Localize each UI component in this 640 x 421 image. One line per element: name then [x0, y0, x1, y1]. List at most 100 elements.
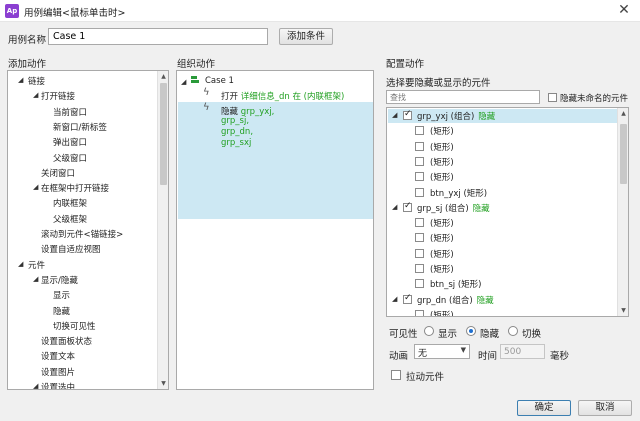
widget-item[interactable]: btn_sj (矩形)	[430, 278, 482, 290]
widget-status: 隐藏	[472, 203, 490, 214]
action-tree-item[interactable]: 内联框架	[53, 197, 87, 209]
action-tree-item[interactable]: 当前窗口	[53, 106, 87, 118]
action-tree-item[interactable]: 链接	[28, 75, 45, 87]
scroll-up-icon[interactable]: ▲	[618, 108, 628, 119]
expand-triangle-icon[interactable]: ◢	[18, 260, 23, 268]
action-tree-item[interactable]: 在框架中打开链接	[41, 182, 109, 194]
scroll-up-icon[interactable]: ▲	[158, 71, 168, 82]
action-tree-item[interactable]: 父级窗口	[53, 152, 87, 164]
widget-checkbox[interactable]	[415, 141, 424, 151]
widget-checkbox[interactable]	[415, 218, 424, 228]
scroll-down-icon[interactable]: ▼	[618, 305, 628, 316]
widget-checkbox[interactable]	[415, 279, 424, 289]
expand-triangle-icon[interactable]: ◢	[33, 382, 38, 389]
widget-item[interactable]: (矩形)	[430, 156, 454, 168]
expand-triangle-icon[interactable]: ◢	[33, 183, 38, 191]
widget-item[interactable]: (矩形)	[430, 232, 454, 244]
add-action-panel: ◢ 链接 ◢ 打开链接 当前窗口 新窗口/新标签 弹出窗口 父级窗口 关闭窗口 ◢ 在框架中打开链接…	[7, 70, 169, 390]
widget-item[interactable]: (矩形)	[430, 217, 454, 229]
selected-action-row[interactable]	[178, 102, 373, 219]
widget-item[interactable]: grp_dn (组合) 隐藏	[417, 294, 494, 306]
widget-item[interactable]: grp_sj (组合) 隐藏	[417, 202, 490, 214]
expand-triangle-icon[interactable]: ◢	[33, 91, 38, 99]
widget-checkbox[interactable]	[415, 233, 424, 243]
widget-checkbox[interactable]	[415, 264, 424, 273]
widget-checkbox[interactable]	[415, 126, 424, 136]
widget-item[interactable]: (矩形)	[430, 125, 454, 137]
visibility-label: 可见性	[389, 329, 418, 340]
drag-widget-label: 拉动元件	[406, 372, 445, 383]
case-name[interactable]: Case 1	[205, 76, 234, 86]
action-tree-item[interactable]: 显示	[53, 289, 70, 301]
expand-triangle-icon[interactable]: ◢	[181, 78, 186, 86]
radio-toggle[interactable]	[508, 326, 518, 336]
action-tree-item[interactable]: 设置文本	[41, 350, 75, 362]
expand-triangle-icon[interactable]: ◢	[392, 111, 397, 119]
widget-item[interactable]: (矩形)	[430, 309, 454, 316]
widget-checkbox[interactable]	[403, 201, 412, 212]
action-tree-item[interactable]: 打开链接	[41, 90, 75, 102]
widget-checkbox[interactable]	[415, 172, 424, 182]
time-label: 时间	[478, 351, 498, 362]
title-bar: Ap 用例编辑<鼠标单击时> ✕	[0, 0, 640, 22]
widget-checkbox[interactable]	[415, 309, 424, 316]
chevron-down-icon: ▼	[460, 346, 466, 354]
expand-triangle-icon[interactable]: ◢	[392, 295, 397, 303]
action-tree-item[interactable]: 弹出窗口	[53, 136, 87, 148]
action-tree-item[interactable]: 新窗口/新标签	[53, 121, 107, 133]
widget-item[interactable]: (矩形)	[430, 248, 454, 260]
case-name-input[interactable]	[48, 28, 268, 45]
action-tree-item[interactable]: 元件	[28, 259, 45, 271]
time-input[interactable]	[500, 344, 545, 359]
animation-value: 无	[418, 349, 428, 359]
widget-list-panel: ◢ grp_yxj (组合)隐藏 (矩形) (矩形) (矩形) (矩形) btn_yxj (…	[386, 107, 629, 317]
widget-item[interactable]: (矩形)	[430, 263, 454, 275]
action-tree-item[interactable]: 滚动到元件<锚链接>	[41, 228, 123, 240]
expand-triangle-icon[interactable]: ◢	[392, 203, 397, 211]
expand-triangle-icon[interactable]: ◢	[18, 76, 23, 84]
widget-item[interactable]: (矩形)	[430, 141, 454, 153]
action-tree-item[interactable]: 关闭窗口	[41, 167, 75, 179]
action-tree-item[interactable]: 设置图片	[41, 366, 75, 378]
ok-button[interactable]: 确定	[517, 400, 571, 416]
widget-checkbox[interactable]	[403, 293, 412, 304]
widget-item[interactable]: (矩形)	[430, 171, 454, 183]
configure-action-title: 配置动作	[386, 59, 425, 70]
widget-checkbox[interactable]	[403, 109, 412, 120]
scroll-down-icon[interactable]: ▼	[158, 378, 168, 389]
scroll-thumb[interactable]	[620, 124, 627, 184]
widget-item[interactable]: grp_yxj (组合) 隐藏	[417, 110, 495, 122]
close-icon[interactable]: ✕	[616, 2, 632, 18]
cancel-button[interactable]: 取消	[578, 400, 632, 416]
hide-unnamed-checkbox[interactable]	[548, 93, 557, 102]
widget-status: 隐藏	[478, 112, 496, 122]
search-input[interactable]	[386, 90, 540, 104]
action-tree-item[interactable]: 设置选中	[41, 381, 75, 389]
widget-checkbox[interactable]	[415, 156, 424, 166]
action-open[interactable]: 打开 详细信息_dn 在 (内联框架)	[221, 90, 344, 102]
radio-show[interactable]	[424, 326, 434, 336]
widget-item[interactable]: btn_yxj (矩形)	[430, 187, 487, 199]
action-tree-item[interactable]: 设置自适应视图	[41, 243, 101, 255]
widget-checkbox[interactable]	[415, 187, 424, 197]
radio-hide[interactable]	[466, 326, 476, 336]
add-action-scrollbar[interactable]: ▲ ▼	[157, 71, 168, 389]
app-icon: Ap	[5, 4, 19, 18]
widget-status: 隐藏	[476, 295, 494, 306]
add-action-title: 添加动作	[8, 59, 47, 70]
drag-widget-checkbox[interactable]	[391, 370, 401, 380]
action-hide-target: grp_sxj	[221, 138, 252, 148]
action-tree-item[interactable]: 父级框架	[53, 213, 87, 225]
animation-select[interactable]: 无 ▼	[414, 344, 470, 359]
action-tree-item[interactable]: 切换可见性	[53, 320, 96, 332]
expand-triangle-icon[interactable]: ◢	[33, 275, 38, 283]
widget-name: btn_sj (矩形)	[430, 280, 482, 291]
action-tree-item[interactable]: 显示/隐藏	[41, 274, 78, 286]
action-tree-item[interactable]: 隐藏	[53, 305, 70, 317]
action-tree-item[interactable]: 设置面板状态	[41, 335, 92, 347]
widget-checkbox[interactable]	[415, 248, 424, 258]
scroll-thumb[interactable]	[160, 83, 167, 185]
add-condition-button[interactable]: 添加条件	[279, 28, 333, 45]
radio-hide-label: 隐藏	[480, 329, 500, 340]
widget-list-scrollbar[interactable]: ▲ ▼	[617, 108, 628, 316]
